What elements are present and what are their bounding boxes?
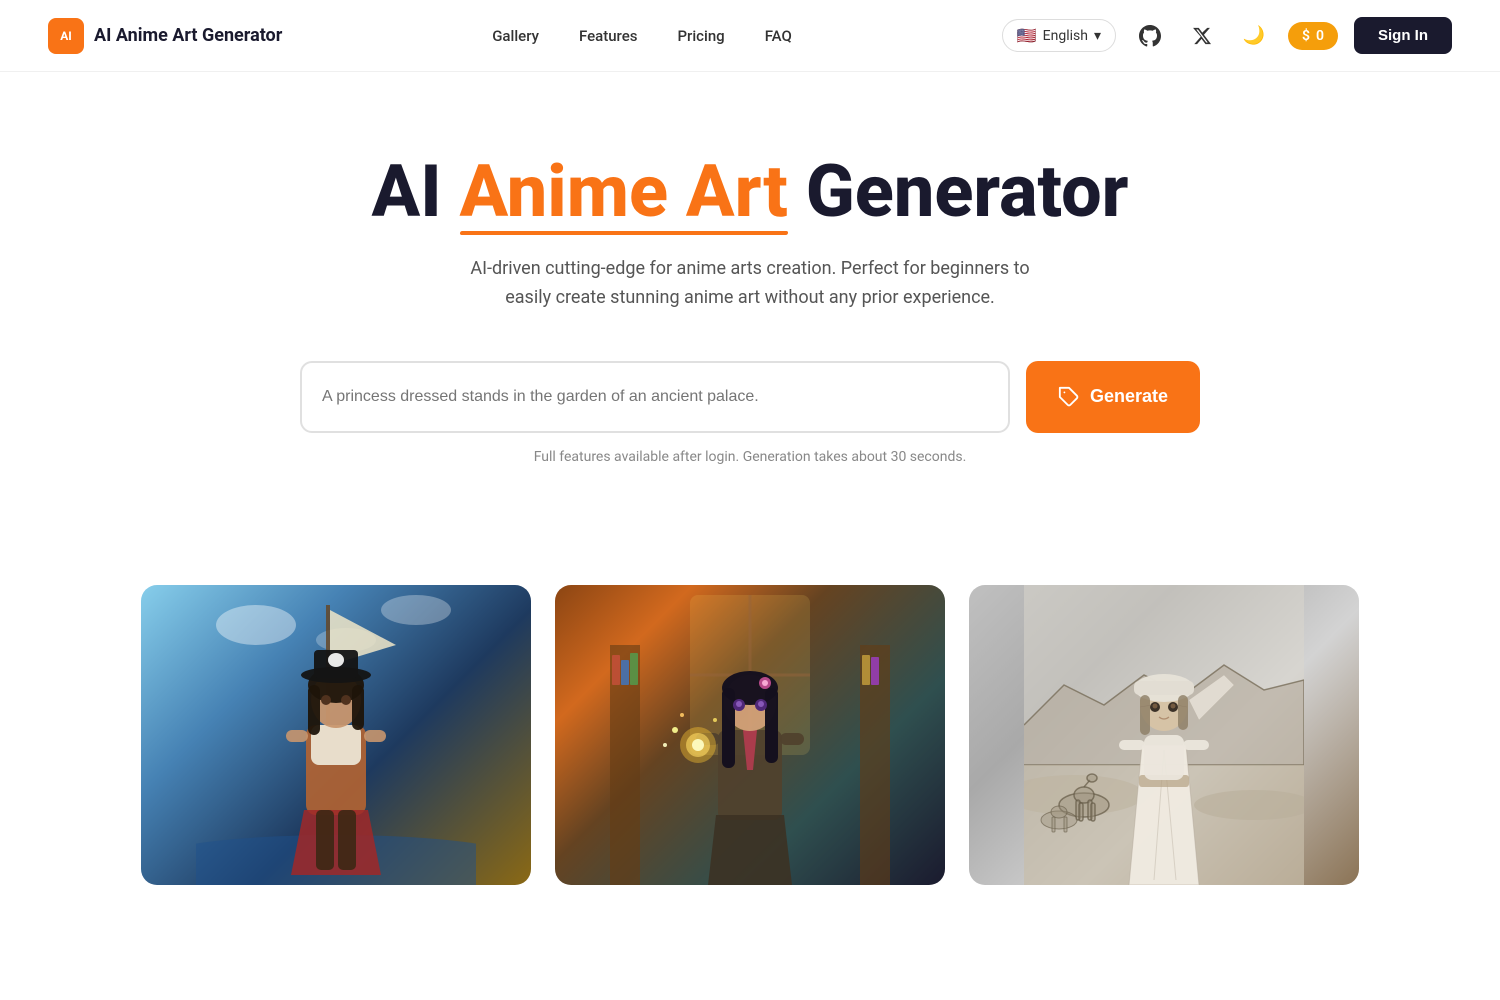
moon-icon: 🌙 [1243,25,1265,46]
nav-gallery[interactable]: Gallery [492,27,539,45]
chevron-down-icon: ▾ [1094,28,1101,44]
prompt-input[interactable] [300,361,1010,433]
generate-button[interactable]: Generate [1026,361,1200,433]
hero-subtitle: AI-driven cutting-edge for anime arts cr… [470,255,1030,313]
gallery-card-3 [969,585,1359,885]
logo-text: AI Anime Art Generator [94,25,282,46]
dark-mode-toggle[interactable]: 🌙 [1236,18,1272,54]
hero-title-ai: AI [372,149,460,234]
gallery-card-1 [141,585,531,885]
navbar: AI AI Anime Art Generator Gallery Featur… [0,0,1500,72]
anime-figure-desert [1024,585,1304,885]
nav-pricing[interactable]: Pricing [677,27,724,45]
credits-button[interactable]: $ 0 [1288,22,1338,50]
nav-features[interactable]: Features [579,27,637,45]
nav-links: Gallery Features Pricing FAQ [492,27,792,45]
language-label: English [1043,28,1088,44]
sign-in-button[interactable]: Sign In [1354,17,1452,54]
language-selector[interactable]: 🇺🇸 English ▾ [1002,19,1116,52]
anime-figure-pirate [196,585,476,885]
login-note: Full features available after login. Gen… [40,449,1460,465]
hero-title-generator: Generator [788,149,1129,234]
flag-icon: 🇺🇸 [1017,26,1037,45]
hero-section: AI Anime Art Generator AI-driven cutting… [0,72,1500,585]
gallery-image-2 [555,585,945,885]
logo-icon: AI [48,18,84,54]
github-button[interactable] [1132,18,1168,54]
logo[interactable]: AI AI Anime Art Generator [48,18,282,54]
nav-faq[interactable]: FAQ [765,27,792,45]
gallery-card-2 [555,585,945,885]
github-icon [1139,25,1161,47]
hero-title-anime: Anime Art [460,152,788,231]
nav-right: 🇺🇸 English ▾ 🌙 $ 0 Sign In [1002,17,1452,54]
generate-icon [1058,386,1080,408]
x-icon [1192,26,1212,46]
generator-container: Generate [300,361,1200,433]
gallery-image-3 [969,585,1359,885]
credits-count: 0 [1316,28,1324,44]
credits-icon: $ [1302,28,1310,44]
hero-title: AI Anime Art Generator [40,152,1460,231]
gallery-image-1 [141,585,531,885]
anime-figure-magic [610,585,890,885]
twitter-x-button[interactable] [1184,18,1220,54]
gallery-section [0,585,1500,885]
generate-label: Generate [1090,386,1168,407]
